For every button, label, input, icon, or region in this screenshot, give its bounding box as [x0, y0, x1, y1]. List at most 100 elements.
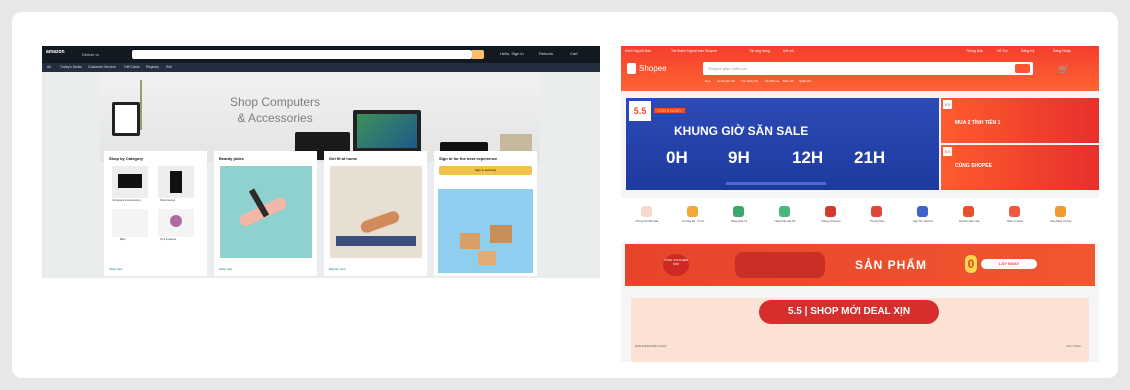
category-item[interactable]: Voucher Giảm Giá [949, 198, 989, 242]
nav-item-sell[interactable]: Sell [166, 65, 172, 69]
returns-link[interactable]: Returns [539, 51, 553, 56]
search-placeholder: Shopee giao miễn phí [708, 66, 747, 71]
laptop-image [353, 110, 421, 154]
amazon-hero-banner[interactable]: Shop Computers & Accessories [100, 72, 540, 162]
deal-section: 5.5 | SHOP MỚI DEAL XỊN SẢN PHẨM BÁN CHẠ… [631, 298, 1089, 362]
login-link[interactable]: Đăng Nhập [1053, 49, 1071, 53]
fitness-image [330, 166, 422, 258]
time-slot: 9H [728, 148, 750, 167]
card-link[interactable]: Explore now [329, 267, 346, 271]
category-item[interactable]: Hàng Quốc Tế [719, 198, 759, 242]
side-title: MUA 2 TÍNH TIỀN 1 [955, 120, 1001, 126]
deal-ribbon[interactable]: 5.5 | SHOP MỚI DEAL XỊN [759, 300, 939, 324]
tablet-image [112, 102, 140, 136]
thumb-label: Video Games [160, 199, 176, 202]
flash-sale-banner[interactable]: 5.5 CÒN 5 NGÀY KHUNG GIỜ SĂN SALE 0H 9H … [626, 98, 939, 190]
shopee-search-button[interactable] [1015, 64, 1030, 73]
card-link[interactable]: Shop now [109, 267, 122, 271]
hero-title: Shop Computers & Accessories [230, 95, 321, 125]
nav-item-customer-service[interactable]: Customer Service [88, 65, 116, 69]
top-link-download-app[interactable]: Tải ứng dụng [749, 49, 770, 53]
search-hint[interactable]: Túi Xách Nữ [741, 79, 758, 83]
promo-voucher-badge: TẶNG VOUCHER MỚI [663, 254, 689, 276]
nav-item-all[interactable]: All [47, 65, 51, 69]
amazon-nav-bar: All Today's Deals Customer Service Gift … [42, 63, 600, 72]
nav-item-deals[interactable]: Today's Deals [60, 65, 82, 69]
card-sign-in: Sign in for the best experience Sign in … [434, 151, 537, 276]
promo-banner[interactable]: TẶNG VOUCHER MỚI SẢN PHẨM 0 LẤY NGAY [625, 244, 1095, 286]
cart-icon[interactable]: 🛒 [1058, 64, 1069, 75]
thumb-label: Toys & Games [160, 238, 177, 241]
plant-image [140, 80, 142, 130]
laptop-thumb[interactable] [112, 166, 148, 198]
category-item[interactable]: Shopee Premium [811, 198, 851, 242]
shopee-header: Kênh Người Bán Trở thành Người bán Shope… [621, 46, 1099, 91]
shopee-bag-icon [627, 63, 636, 74]
amazon-search-input[interactable] [132, 50, 472, 59]
search-hint[interactable]: Quần Nữ [799, 79, 811, 83]
search-hint[interactable]: Ốp iPhone [765, 79, 779, 83]
amazon-logo[interactable]: amazon [46, 49, 65, 55]
promo-zero: 0 [965, 255, 977, 273]
console-thumb[interactable] [158, 166, 194, 198]
amazon-search-button[interactable] [472, 50, 484, 59]
category-item[interactable]: Hàng Hiệu Giá Tốt [765, 198, 805, 242]
thumb-label: Computers & Accessories [112, 199, 141, 202]
baby-thumb[interactable] [112, 209, 148, 237]
search-hint[interactable]: Áo Khoác Nữ [717, 79, 735, 83]
shopee-logo[interactable]: Shopee [639, 64, 667, 73]
top-link-seller-center[interactable]: Kênh Người Bán [625, 49, 651, 53]
banner-badge: 5.5 [629, 101, 651, 121]
search-hint[interactable]: Balo Nữ [783, 79, 794, 83]
category-item[interactable]: Gì Cũng Rẻ - Từ 1K [673, 198, 713, 242]
amazon-screenshot: amazon Deliver to Hello, Sign in Returns… [42, 46, 600, 278]
banner-countdown: CÒN 5 NGÀY [654, 108, 685, 113]
category-item[interactable]: Thương Hiệu [857, 198, 897, 242]
help-link[interactable]: Hỗ Trợ [997, 49, 1008, 53]
thumb-label: Baby [120, 238, 126, 241]
account-signin-link[interactable]: Hello, Sign in [500, 51, 524, 56]
category-item[interactable]: Khung Giờ Săn Sale [627, 198, 667, 242]
card-beauty-picks[interactable]: Beauty picks Shop now [214, 151, 317, 276]
promo-claim-button[interactable]: LẤY NGAY [981, 259, 1037, 269]
notifications-link[interactable]: Thông Báo [966, 49, 983, 53]
top-link-become-seller[interactable]: Trở thành Người bán Shopee [671, 49, 717, 53]
category-item[interactable]: Nạp Thẻ, Dịch Vụ [903, 198, 943, 242]
nav-item-gift-cards[interactable]: Gift Cards [124, 65, 140, 69]
side-banner-top[interactable]: 5.5 MUA 2 TÍNH TIỀN 1 [941, 98, 1099, 143]
side-badge: 5.5 [943, 100, 952, 109]
card-link[interactable]: Shop now [219, 267, 232, 271]
side-title: CÙNG SHOPEE [955, 163, 992, 169]
category-item[interactable]: Mua Hàng Trả Sau [1041, 198, 1081, 242]
card-shop-by-category[interactable]: Shop by Category Computers & Accessories… [104, 151, 207, 276]
banner-title: KHUNG GIỜ SĂN SALE [674, 124, 809, 138]
cart-link[interactable]: Cart [570, 51, 578, 56]
card-title: Beauty picks [219, 156, 244, 161]
sign-in-button[interactable]: Sign in securely [439, 166, 532, 175]
register-link[interactable]: Đăng Ký [1021, 49, 1034, 53]
top-link-connect[interactable]: Kết nối [783, 49, 794, 53]
category-item[interactable]: Hoàn Xu Extra [995, 198, 1035, 242]
toys-thumb[interactable] [158, 209, 194, 237]
search-hint[interactable]: Dép [705, 79, 711, 83]
time-slot: 21H [854, 148, 886, 167]
boxes-ad-image[interactable] [438, 189, 533, 273]
deliver-to-label[interactable]: Deliver to [82, 52, 99, 57]
time-slot: 0H [666, 148, 688, 167]
card-title: Shop by Category [109, 156, 144, 161]
side-badge: 5.5 [943, 147, 952, 156]
card-title: Sign in for the best experience [439, 156, 498, 161]
side-banner-bottom[interactable]: 5.5 CÙNG SHOPEE [941, 145, 1099, 190]
carousel-dots[interactable] [726, 182, 826, 185]
card-get-fit-at-home[interactable]: Get fit at home Explore now [324, 151, 427, 276]
see-more-link[interactable]: Xem Thêm [1066, 344, 1081, 348]
time-slot: 12H [792, 148, 824, 167]
category-bar: Khung Giờ Săn Sale Gì Cũng Rẻ - Từ 1K Hà… [621, 198, 1099, 242]
beauty-image [220, 166, 312, 258]
promo-title: SẢN PHẨM [855, 258, 928, 272]
card-title: Get fit at home [329, 156, 358, 161]
shopee-screenshot: Kênh Người Bán Trở thành Người bán Shope… [621, 46, 1099, 362]
shopee-search-input[interactable]: Shopee giao miễn phí [703, 62, 1033, 75]
nav-item-registry[interactable]: Registry [146, 65, 159, 69]
amazon-top-bar: amazon Deliver to Hello, Sign in Returns… [42, 46, 600, 63]
